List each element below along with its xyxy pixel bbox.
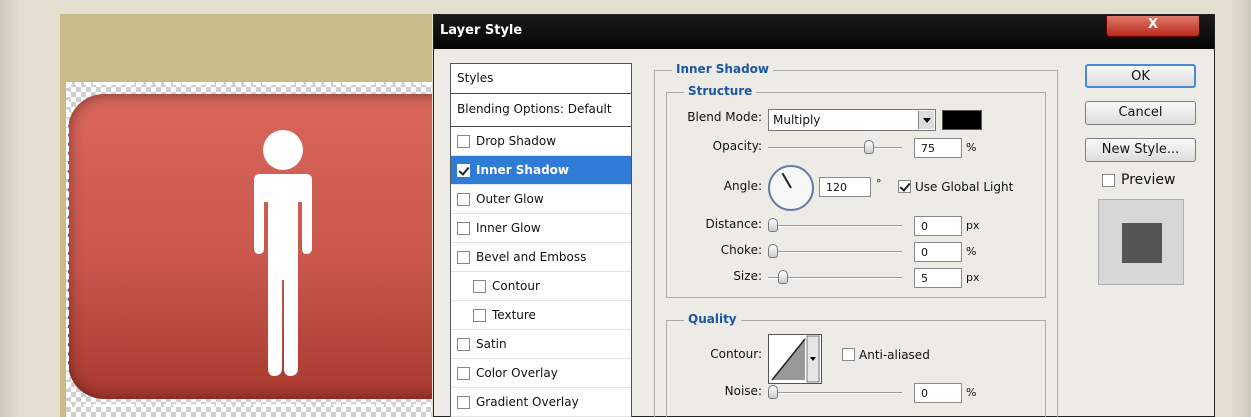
style-item-label: Gradient Overlay — [476, 395, 579, 409]
choke-slider-thumb[interactable] — [768, 244, 778, 258]
style-item-inner-shadow[interactable]: Inner Shadow — [451, 156, 631, 185]
inner-shadow-title: Inner Shadow — [672, 62, 773, 76]
style-item-satin[interactable]: Satin — [451, 330, 631, 359]
style-item-label: Texture — [492, 308, 536, 322]
size-unit: px — [966, 271, 980, 284]
style-item-contour[interactable]: Contour — [451, 272, 631, 301]
style-preview — [1098, 199, 1184, 285]
quality-title: Quality — [684, 312, 741, 326]
blend-mode-label: Blend Mode: — [687, 110, 762, 124]
style-checkbox[interactable] — [457, 337, 470, 351]
contour-picker[interactable] — [768, 334, 822, 384]
angle-dial[interactable] — [768, 165, 814, 211]
global-light-label: Use Global Light — [915, 180, 1014, 194]
style-checkbox[interactable] — [457, 163, 470, 177]
chevron-down-icon — [918, 111, 934, 129]
style-checkbox[interactable] — [457, 395, 470, 409]
style-item-label: Satin — [476, 337, 507, 351]
document-canvas — [60, 14, 432, 417]
preview-swatch — [1122, 223, 1162, 263]
opacity-label: Opacity: — [712, 139, 762, 153]
style-checkbox[interactable] — [457, 134, 470, 148]
dialog-titlebar: Layer Style — [434, 15, 1214, 49]
distance-slider-thumb[interactable] — [768, 218, 778, 232]
antialiased-label: Anti-aliased — [859, 348, 930, 362]
distance-field[interactable]: 0 — [914, 216, 962, 236]
noise-slider[interactable] — [768, 385, 902, 399]
style-item-inner-glow[interactable]: Inner Glow — [451, 214, 631, 243]
shadow-color-swatch[interactable] — [942, 110, 982, 130]
noise-slider-thumb[interactable] — [768, 385, 778, 399]
style-item-outer-glow[interactable]: Outer Glow — [451, 185, 631, 214]
contour-label: Contour: — [710, 347, 762, 361]
close-icon: X — [1147, 17, 1159, 32]
style-item-label: Outer Glow — [476, 192, 544, 206]
opacity-field[interactable]: 75 — [914, 138, 962, 158]
style-item-label: Drop Shadow — [476, 134, 557, 148]
style-checkbox[interactable] — [473, 279, 486, 293]
angle-needle — [781, 172, 792, 189]
size-slider-thumb[interactable] — [778, 270, 788, 284]
close-button[interactable]: X — [1106, 15, 1200, 37]
dialog-title: Layer Style — [440, 23, 523, 38]
choke-label: Choke: — [720, 243, 762, 257]
style-item-texture[interactable]: Texture — [451, 301, 631, 330]
blend-mode-select[interactable]: Multiply — [768, 109, 936, 131]
quality-group — [666, 320, 1046, 417]
noise-label: Noise: — [724, 384, 762, 398]
structure-title: Structure — [684, 84, 757, 98]
preview-checkbox[interactable] — [1102, 174, 1115, 187]
antialiased-checkbox[interactable] — [842, 348, 855, 361]
style-item-label: Inner Shadow — [476, 163, 569, 177]
new-style-button[interactable]: New Style... — [1085, 138, 1196, 162]
preview-label: Preview — [1121, 172, 1176, 188]
distance-label: Distance: — [705, 217, 762, 231]
style-item-color-overlay[interactable]: Color Overlay — [451, 359, 631, 388]
angle-unit: ° — [876, 177, 882, 190]
style-item-gradient-overlay[interactable]: Gradient Overlay — [451, 388, 631, 417]
style-item-label: Inner Glow — [476, 221, 541, 235]
styles-header[interactable]: Styles — [451, 64, 631, 94]
size-slider[interactable] — [768, 270, 902, 284]
style-item-label: Bevel and Emboss — [476, 250, 587, 264]
style-checkbox[interactable] — [473, 308, 486, 322]
blend-mode-value: Multiply — [773, 113, 821, 127]
opacity-unit: % — [966, 141, 977, 154]
styles-list: Styles Blending Options: Default Drop Sh… — [450, 63, 632, 417]
choke-field[interactable]: 0 — [914, 242, 962, 262]
style-item-label: Color Overlay — [476, 366, 558, 380]
style-item-drop-shadow[interactable]: Drop Shadow — [451, 127, 631, 156]
contour-curve-icon — [771, 335, 820, 383]
noise-field[interactable]: 0 — [914, 383, 962, 403]
blending-options-item[interactable]: Blending Options: Default — [451, 94, 631, 127]
ok-button[interactable]: OK — [1085, 64, 1196, 88]
style-checkbox[interactable] — [457, 221, 470, 235]
global-light-checkbox[interactable] — [898, 180, 911, 193]
choke-unit: % — [966, 245, 977, 258]
person-icon — [254, 130, 312, 376]
layer-style-dialog: Layer Style X Styles Blending Options: D… — [433, 14, 1215, 417]
cancel-button[interactable]: Cancel — [1085, 101, 1196, 125]
distance-unit: px — [966, 219, 980, 232]
style-checkbox[interactable] — [457, 366, 470, 380]
style-item-bevel-and-emboss[interactable]: Bevel and Emboss — [451, 243, 631, 272]
angle-field[interactable]: 120 — [819, 177, 871, 197]
angle-label: Angle: — [723, 179, 762, 193]
size-field[interactable]: 5 — [914, 268, 962, 288]
style-item-label: Contour — [492, 279, 540, 293]
style-checkbox[interactable] — [457, 250, 470, 264]
opacity-slider-thumb[interactable] — [863, 140, 874, 154]
choke-slider[interactable] — [768, 244, 902, 258]
noise-unit: % — [966, 386, 977, 399]
distance-slider[interactable] — [768, 218, 902, 232]
style-checkbox[interactable] — [457, 192, 470, 206]
opacity-slider[interactable] — [768, 140, 902, 154]
size-label: Size: — [733, 269, 762, 283]
